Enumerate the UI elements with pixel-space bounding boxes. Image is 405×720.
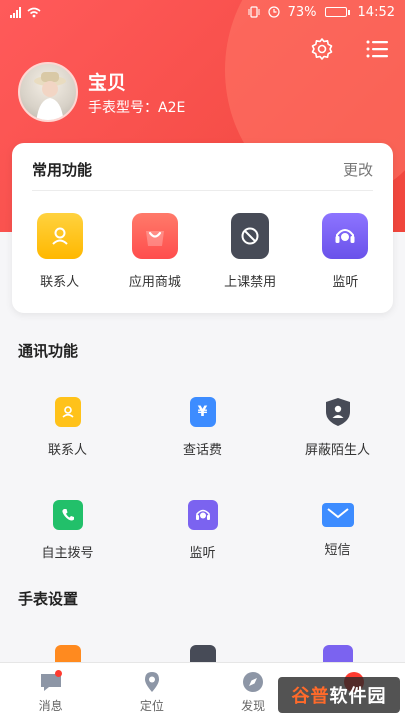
tab-messages[interactable]: 消息 [0, 663, 101, 720]
vibrate-icon [248, 6, 260, 18]
watch-model: 手表型号：A2E [88, 100, 186, 116]
avatar[interactable] [18, 62, 78, 122]
comm-item-bill[interactable]: ¥ 查话费 [135, 397, 270, 458]
common-item-label: 应用商城 [128, 275, 181, 290]
gear-icon [311, 38, 333, 60]
contacts-icon [36, 213, 83, 259]
status-bar: 73% 14:52 [0, 0, 405, 24]
clock: 14:52 [357, 4, 395, 20]
comm-item-block-strangers[interactable]: 屏蔽陌生人 [270, 397, 405, 458]
phone-icon [52, 500, 83, 530]
common-item-label: 联系人 [40, 275, 80, 290]
alarm-icon [268, 6, 280, 18]
headset-icon [322, 213, 369, 259]
comm-item-label: 自主拨号 [41, 546, 94, 561]
list-menu-icon [366, 40, 388, 58]
bill-icon: ¥ [189, 397, 216, 427]
battery-percent: 73% [287, 4, 317, 20]
common-item-app-store[interactable]: 应用商城 [107, 213, 202, 290]
contacts-icon [54, 397, 81, 427]
menu-button[interactable] [364, 36, 390, 62]
comm-row-1: 联系人 ¥ 查话费 屏蔽陌生人 [0, 397, 405, 458]
settings-button[interactable] [309, 36, 335, 62]
site-watermark: 谷普 软件园 [278, 677, 400, 713]
comm-item-label: 短信 [324, 543, 351, 558]
watch-section-title: 手表设置 [18, 590, 79, 608]
comm-item-label: 屏蔽陌生人 [304, 443, 370, 458]
common-item-label: 监听 [332, 275, 359, 290]
child-photo [34, 72, 66, 120]
common-item-label: 上课禁用 [224, 275, 277, 290]
headset-icon [187, 500, 218, 530]
tab-location[interactable]: 定位 [101, 663, 202, 720]
common-functions-title: 常用功能 [32, 161, 93, 179]
comm-item-label: 查话费 [182, 443, 222, 458]
comm-item-contacts[interactable]: 联系人 [0, 397, 135, 458]
signal-icon [10, 6, 21, 18]
comm-item-monitor[interactable]: 监听 [135, 500, 270, 561]
common-functions-card: 常用功能 更改 联系人 应用商城 上课禁用 监听 [12, 143, 393, 313]
tab-label: 定位 [139, 699, 164, 713]
mail-icon [321, 503, 354, 527]
comm-section-title: 通讯功能 [18, 342, 79, 360]
shield-user-icon [323, 397, 353, 427]
common-item-monitor[interactable]: 监听 [298, 213, 393, 290]
child-name: 宝贝 [88, 72, 127, 94]
battery-icon [324, 7, 350, 17]
tab-label: 发现 [241, 699, 266, 713]
class-ban-icon [231, 213, 270, 259]
location-icon [144, 672, 159, 692]
divider [32, 190, 373, 191]
wifi-icon [27, 7, 41, 17]
comm-row-2: 自主拨号 监听 短信 [0, 500, 405, 561]
comm-item-label: 联系人 [47, 443, 87, 458]
edit-button[interactable]: 更改 [343, 159, 373, 180]
comm-item-label: 监听 [189, 546, 216, 561]
comm-item-sms[interactable]: 短信 [270, 500, 405, 561]
common-item-contacts[interactable]: 联系人 [12, 213, 107, 290]
unread-dot [54, 670, 62, 677]
compass-icon [243, 672, 264, 692]
common-item-class-ban[interactable]: 上课禁用 [203, 213, 298, 290]
comm-item-dial[interactable]: 自主拨号 [0, 500, 135, 561]
shopping-bag-icon [131, 213, 178, 259]
tab-label: 消息 [38, 699, 63, 713]
